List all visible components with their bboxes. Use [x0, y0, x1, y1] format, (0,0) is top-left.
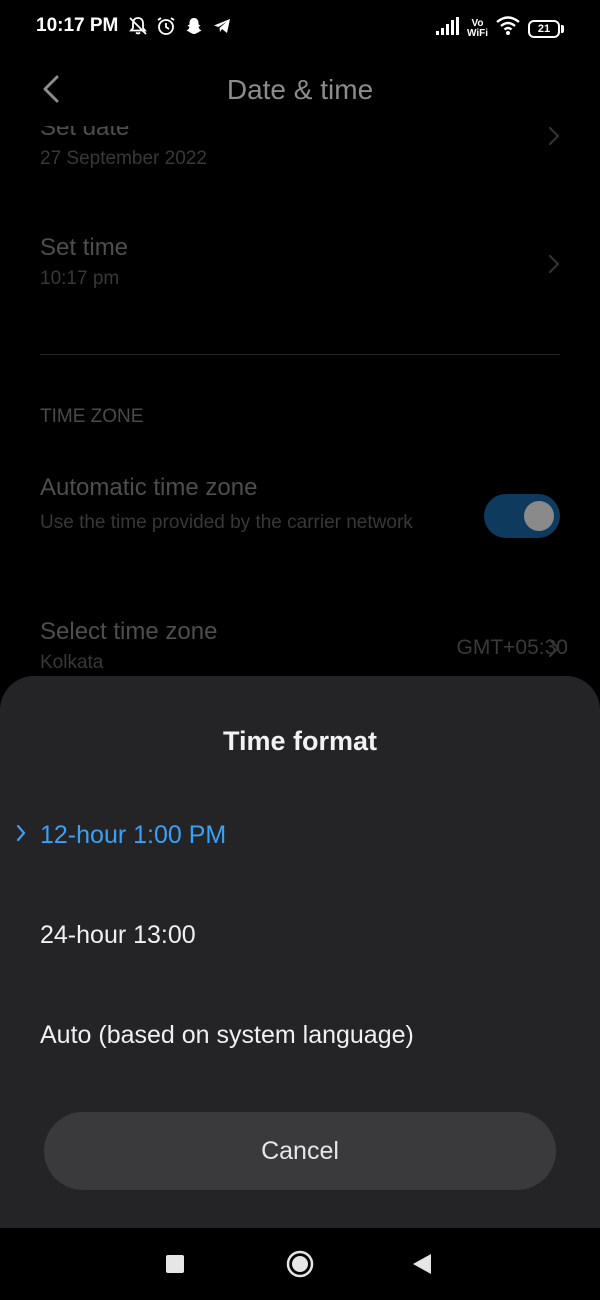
status-bar: 10:17 PM Vo WiFi 21 — [0, 0, 600, 56]
battery-icon: 21 — [528, 19, 560, 38]
chevron-right-icon — [548, 638, 560, 658]
automatic-time-zone-row[interactable]: Automatic time zone Use the time provide… — [40, 474, 460, 536]
option-label: 12-hour 1:00 PM — [40, 820, 227, 849]
vowifi-line1: Vo — [471, 17, 484, 29]
snapchat-icon — [184, 16, 204, 36]
option-24-hour[interactable]: 24-hour 13:00 — [0, 898, 600, 972]
vowifi-line2: WiFi — [466, 27, 488, 39]
status-time: 10:17 PM — [36, 15, 119, 36]
recents-button[interactable] — [166, 1255, 184, 1273]
bell-off-icon — [128, 16, 148, 36]
set-date-value: 27 September 2022 — [40, 148, 207, 169]
set-date-row[interactable]: Set date 27 September 2022 — [40, 126, 560, 170]
automatic-time-zone-title: Automatic time zone — [40, 474, 258, 501]
automatic-time-zone-subtitle: Use the time provided by the carrier net… — [40, 512, 413, 533]
app-header: Date & time — [0, 56, 600, 126]
chevron-right-icon — [548, 126, 560, 146]
option-12-hour[interactable]: 12-hour 1:00 PM — [0, 798, 600, 872]
settings-list: Set date 27 September 2022 Set time 10:1… — [0, 126, 600, 686]
wifi-icon — [496, 16, 520, 41]
cancel-button[interactable]: Cancel — [44, 1112, 556, 1190]
time-zone-section-header: TIME ZONE — [40, 406, 144, 427]
back-triangle-button[interactable] — [412, 1253, 432, 1275]
battery-tip — [561, 24, 564, 33]
automatic-time-zone-toggle[interactable] — [484, 494, 560, 538]
status-system-icons: Vo WiFi 21 — [435, 16, 564, 41]
alarm-clock-icon — [156, 16, 176, 36]
signal-icon — [435, 17, 459, 40]
telegram-icon — [212, 16, 232, 36]
set-date-title: Set date — [40, 126, 130, 141]
navigation-bar — [0, 1228, 600, 1300]
screen: 10:17 PM Vo WiFi 21 Date & time Set date… — [0, 0, 600, 1300]
home-button[interactable] — [286, 1250, 314, 1278]
set-time-value: 10:17 pm — [40, 268, 120, 289]
section-divider — [40, 354, 560, 355]
dialog-title: Time format — [222, 726, 378, 756]
time-format-dialog: Time format 12-hour 1:00 PM 24-hour 13:0… — [0, 676, 600, 1228]
page-title: Date & time — [226, 74, 374, 105]
option-auto[interactable]: Auto (based on system language) — [0, 998, 600, 1072]
set-time-title: Set time — [40, 234, 129, 261]
status-notification-icons — [128, 16, 232, 36]
vowifi-indicator: Vo WiFi — [466, 17, 488, 39]
option-label: Auto (based on system language) — [40, 1020, 414, 1049]
toggle-knob — [524, 501, 554, 531]
option-label: 24-hour 13:00 — [40, 920, 196, 949]
chevron-right-icon — [16, 824, 26, 842]
chevron-right-icon — [548, 254, 560, 274]
set-time-row[interactable]: Set time 10:17 pm — [40, 234, 560, 290]
